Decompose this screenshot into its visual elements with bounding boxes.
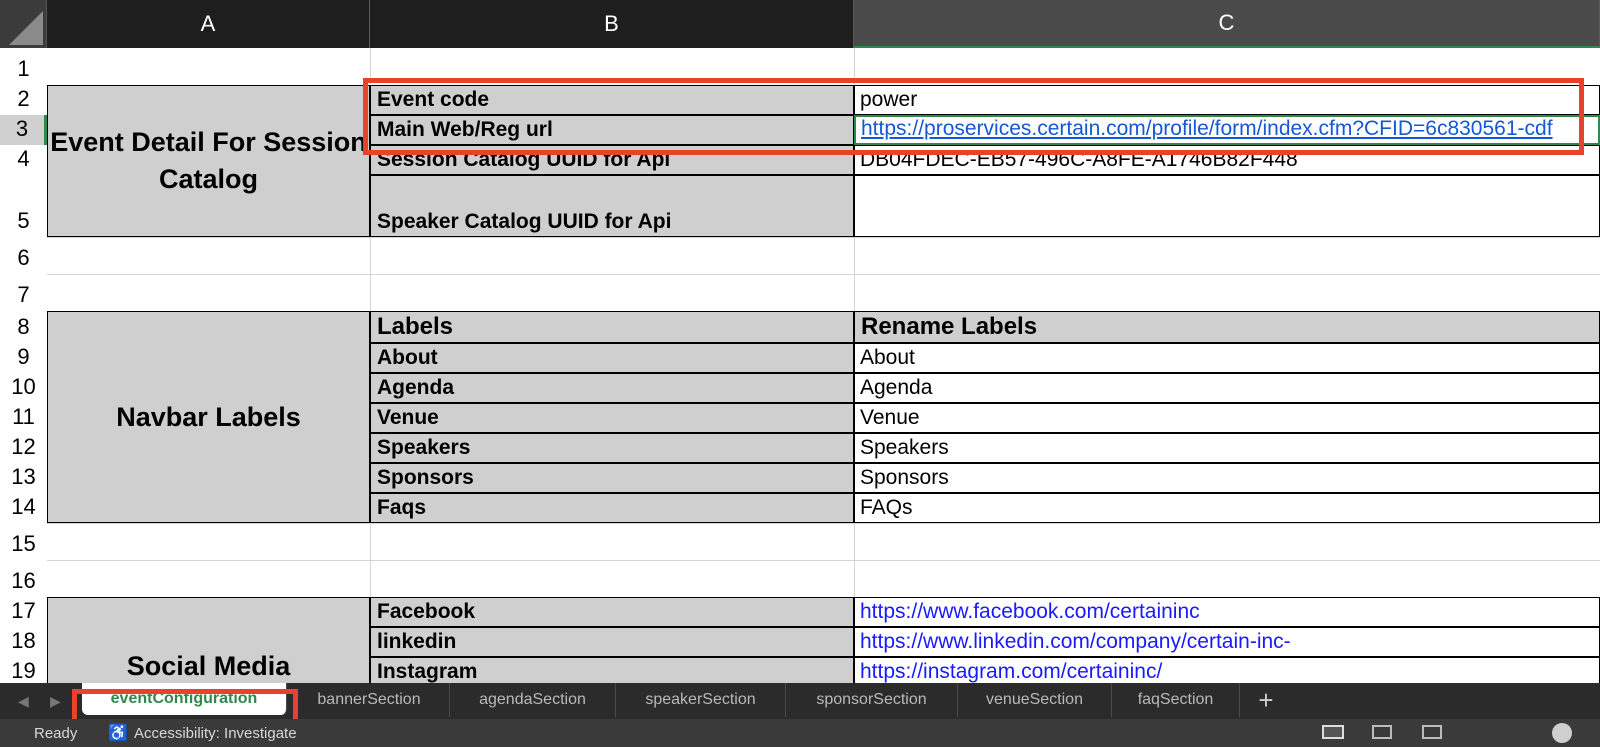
- cell-nav-rename[interactable]: FAQs: [854, 493, 1600, 523]
- normal-view-icon[interactable]: [1322, 725, 1344, 739]
- cell-social-link[interactable]: https://www.facebook.com/certaininc: [854, 597, 1600, 627]
- cell-nav-rename[interactable]: Sponsors: [854, 463, 1600, 493]
- sheet-tab-speakersection[interactable]: speakerSection: [616, 683, 786, 717]
- cell-rename-labels-header[interactable]: Rename Labels: [854, 311, 1600, 343]
- cell-nav-label[interactable]: Agenda: [370, 373, 854, 403]
- cell-social-label[interactable]: linkedin: [370, 627, 854, 657]
- add-sheet-button[interactable]: +: [1246, 683, 1286, 717]
- row-header[interactable]: 5: [0, 175, 47, 237]
- highlight-box-event-rows: [363, 78, 1584, 155]
- scroll-tabs-left-icon[interactable]: ◀: [18, 693, 29, 710]
- select-all-corner[interactable]: [0, 0, 47, 48]
- row-header[interactable]: 3: [0, 115, 47, 145]
- row-header[interactable]: 17: [0, 597, 47, 627]
- status-accessibility[interactable]: Accessibility: Investigate: [134, 725, 297, 742]
- row-header[interactable]: 4: [0, 145, 47, 175]
- sheet-tab-venuesection[interactable]: venueSection: [958, 683, 1112, 717]
- cell-nav-rename[interactable]: Agenda: [854, 373, 1600, 403]
- cell-nav-rename[interactable]: About: [854, 343, 1600, 373]
- column-header-a[interactable]: A: [47, 0, 370, 48]
- cell-nav-rename[interactable]: Venue: [854, 403, 1600, 433]
- cell-social-label[interactable]: Facebook: [370, 597, 854, 627]
- page-break-view-icon[interactable]: [1422, 725, 1442, 739]
- cell-social-link[interactable]: https://www.linkedin.com/company/certain…: [854, 627, 1600, 657]
- section-event-detail[interactable]: Event Detail For Session Catalog: [47, 85, 370, 237]
- gridline: [47, 560, 1600, 561]
- row-header[interactable]: 13: [0, 463, 47, 493]
- gridline: [47, 523, 1600, 524]
- row-header[interactable]: 16: [0, 560, 47, 597]
- column-header-c[interactable]: C: [854, 0, 1600, 48]
- cell-labels-header[interactable]: Labels: [370, 311, 854, 343]
- column-header-b[interactable]: B: [370, 0, 854, 48]
- select-all-triangle-icon: [9, 11, 43, 45]
- row-header[interactable]: 2: [0, 85, 47, 115]
- row-header[interactable]: 6: [0, 237, 47, 274]
- row-header[interactable]: 9: [0, 343, 47, 373]
- row-header[interactable]: 14: [0, 493, 47, 523]
- cell-social-label[interactable]: Instagram: [370, 657, 854, 683]
- page-layout-view-icon[interactable]: [1372, 725, 1392, 739]
- row-header[interactable]: 15: [0, 523, 47, 560]
- gridline: [47, 274, 1600, 275]
- row-header[interactable]: 1: [0, 48, 47, 85]
- accessibility-icon[interactable]: ♿: [108, 723, 128, 743]
- cell-speaker-uuid-value[interactable]: [854, 175, 1600, 237]
- row-header[interactable]: 8: [0, 311, 47, 343]
- cell-speaker-uuid-label[interactable]: Speaker Catalog UUID for Api: [370, 175, 854, 237]
- sheet-tab-faqsection[interactable]: faqSection: [1112, 683, 1240, 717]
- cell-social-link[interactable]: https://instagram.com/certaininc/: [854, 657, 1600, 683]
- cell-nav-rename[interactable]: Speakers: [854, 433, 1600, 463]
- gridline: [47, 237, 1600, 238]
- cell-nav-label[interactable]: Faqs: [370, 493, 854, 523]
- sheet-tab-sponsorsection[interactable]: sponsorSection: [786, 683, 958, 717]
- sheet-tab-agendasection[interactable]: agendaSection: [450, 683, 616, 717]
- row-header[interactable]: 12: [0, 433, 47, 463]
- status-bar: Ready ♿ Accessibility: Investigate: [0, 719, 1600, 747]
- row-header-column: 1 2 3 4 5 6 7 8 9 10 11 12 13 14 15 16 1…: [0, 48, 47, 683]
- cell-nav-label[interactable]: Venue: [370, 403, 854, 433]
- cell-nav-label[interactable]: Speakers: [370, 433, 854, 463]
- scroll-tabs-right-icon[interactable]: ▶: [50, 693, 61, 710]
- zoom-slider-handle[interactable]: [1552, 723, 1572, 743]
- sheet-tab-bannersection[interactable]: bannerSection: [289, 683, 450, 717]
- status-ready: Ready: [34, 725, 78, 742]
- section-social-media[interactable]: Social Media: [47, 597, 370, 683]
- cell-nav-label[interactable]: About: [370, 343, 854, 373]
- section-navbar-labels[interactable]: Navbar Labels: [47, 311, 370, 523]
- row-header[interactable]: 7: [0, 274, 47, 311]
- cell-nav-label[interactable]: Sponsors: [370, 463, 854, 493]
- row-header[interactable]: 10: [0, 373, 47, 403]
- row-header[interactable]: 18: [0, 627, 47, 657]
- row-header[interactable]: 11: [0, 403, 47, 433]
